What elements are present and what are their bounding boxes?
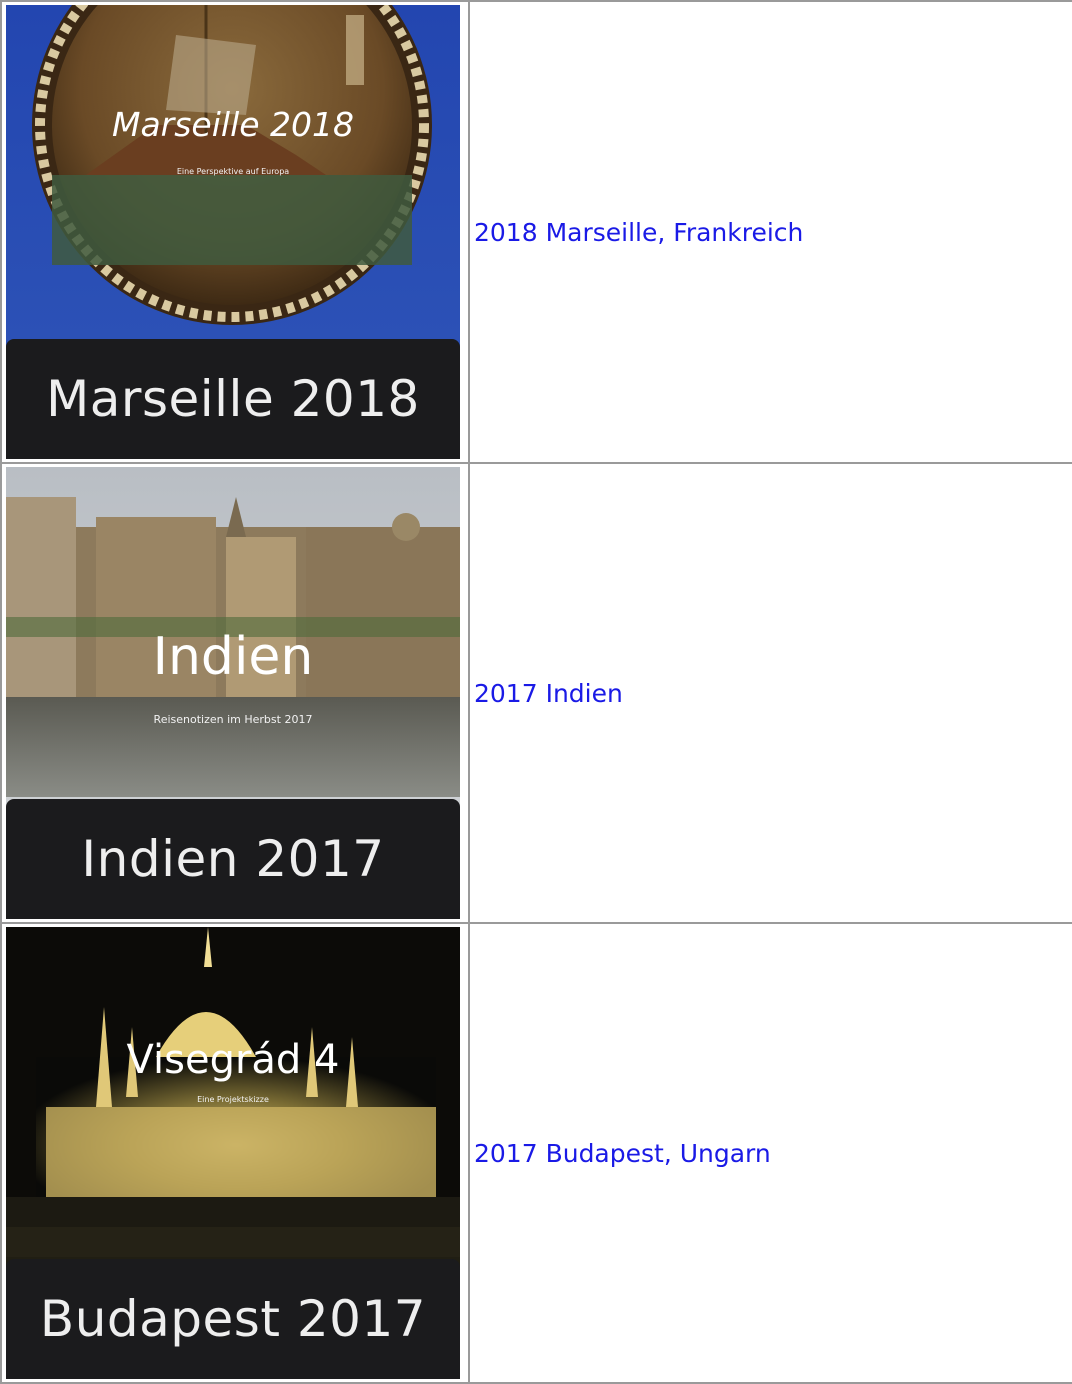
indien-caption: Indien 2017 xyxy=(81,830,385,888)
link-cell: 2017 Indien xyxy=(468,462,1072,924)
image-cell: Indien Reisenotizen im Herbst 2017 Indie… xyxy=(0,462,470,924)
marseille-cover-title: Marseille 2018 xyxy=(111,105,355,144)
image-cell: Marseille 2018 Eine Perspektive auf Euro… xyxy=(0,0,470,464)
trips-table: Marseille 2018 Eine Perspektive auf Euro… xyxy=(0,0,1072,1384)
link-indien-2017[interactable]: 2017 Indien xyxy=(474,679,623,708)
link-budapest-2017[interactable]: 2017 Budapest, Ungarn xyxy=(474,1139,771,1168)
caption-bar: Budapest 2017 xyxy=(6,1259,460,1379)
marseille-cover-subtitle: Eine Perspektive auf Europa xyxy=(176,167,290,176)
trip-row-budapest: Visegrád 4 Eine Projektskizze Budapest 2… xyxy=(0,922,1072,1384)
budapest-caption: Budapest 2017 xyxy=(39,1290,427,1348)
caption-bar: Marseille 2018 xyxy=(6,339,460,459)
marseille-cover-image[interactable]: Marseille 2018 Eine Perspektive auf Euro… xyxy=(6,5,460,459)
indien-cover-subtitle: Reisenotizen im Herbst 2017 xyxy=(153,713,313,726)
marseille-caption: Marseille 2018 xyxy=(46,370,420,428)
trip-row-indien: Indien Reisenotizen im Herbst 2017 Indie… xyxy=(0,462,1072,924)
link-cell: 2017 Budapest, Ungarn xyxy=(468,922,1072,1384)
indien-cover-image[interactable]: Indien Reisenotizen im Herbst 2017 Indie… xyxy=(6,467,460,919)
budapest-cover-title: Visegrád 4 xyxy=(126,1037,340,1083)
link-cell: 2018 Marseille, Frankreich xyxy=(468,0,1072,464)
image-cell: Visegrád 4 Eine Projektskizze Budapest 2… xyxy=(0,922,470,1384)
caption-bar: Indien 2017 xyxy=(6,799,460,919)
budapest-cover-subtitle: Eine Projektskizze xyxy=(197,1095,269,1104)
indien-cover-title: Indien xyxy=(152,627,314,687)
link-marseille-2018[interactable]: 2018 Marseille, Frankreich xyxy=(474,218,803,247)
budapest-cover-image[interactable]: Visegrád 4 Eine Projektskizze Budapest 2… xyxy=(6,927,460,1379)
trip-row-marseille: Marseille 2018 Eine Perspektive auf Euro… xyxy=(0,0,1072,464)
